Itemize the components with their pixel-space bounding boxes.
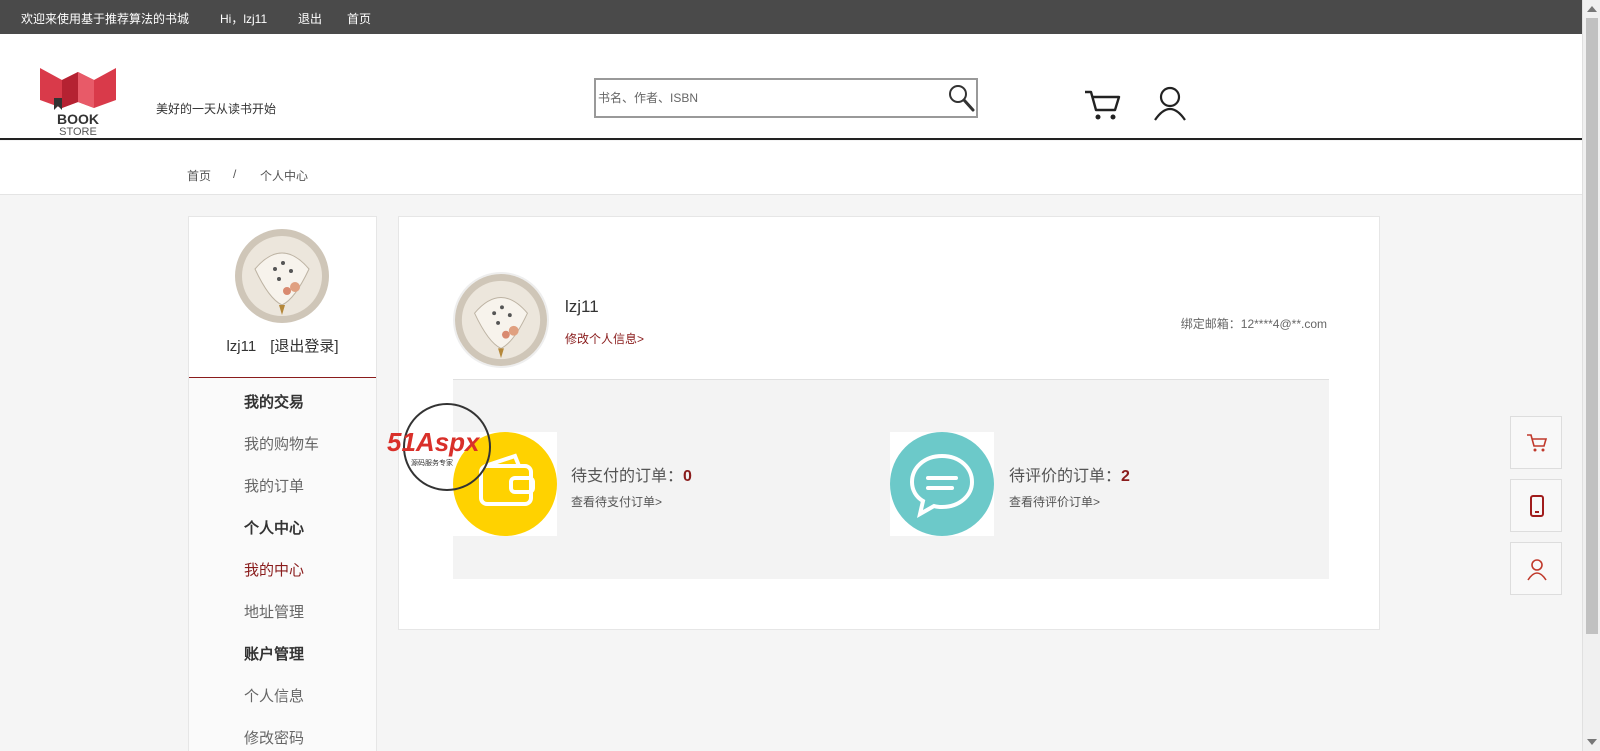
sidebar-item-profile[interactable]: 个人信息: [244, 685, 304, 706]
float-cart-button[interactable]: [1510, 416, 1562, 469]
watermark-brand: 51Aspx: [387, 427, 481, 457]
avatar: [235, 229, 329, 323]
main-panel: lzj11 修改个人信息> 绑定邮箱：12****4@**.com 待支付的订单…: [398, 216, 1380, 630]
user-icon: [1527, 559, 1547, 581]
search-input[interactable]: [596, 80, 936, 116]
logout-link[interactable]: 退出: [298, 10, 322, 27]
bookstore-logo[interactable]: BOOK STORE: [32, 60, 124, 136]
menu-section-account: 账户管理: [244, 646, 305, 663]
pending-review-tile[interactable]: [890, 432, 994, 536]
search-box[interactable]: [594, 78, 978, 118]
cart-icon: [1527, 434, 1548, 452]
sidebar-divider: [189, 377, 376, 378]
sidebar-username: lzj11: [226, 338, 257, 355]
greeting-text: Hi，lzj11: [220, 12, 268, 26]
sidebar-logout-link[interactable]: [退出登录]: [270, 338, 338, 355]
breadcrumb-current: 个人中心: [260, 169, 309, 183]
scrollbar-thumb[interactable]: [1586, 18, 1598, 634]
float-user-button[interactable]: [1510, 542, 1562, 595]
sidebar-item-password[interactable]: 修改密码: [244, 727, 304, 748]
pending-review-title: 待评价的订单：2: [1009, 462, 1130, 486]
pending-review-count: 2: [1121, 468, 1130, 485]
pending-review-link[interactable]: 查看待评价订单>: [1009, 493, 1100, 510]
profile-username: lzj11: [565, 297, 599, 316]
page-scrollbar[interactable]: [1582, 0, 1600, 751]
phone-icon: [1530, 495, 1544, 517]
sidebar-item-address[interactable]: 地址管理: [244, 601, 304, 622]
logo-text-top: BOOK: [57, 111, 99, 127]
pending-payment-count: 0: [683, 468, 692, 485]
profile-avatar: [453, 272, 549, 368]
home-link[interactable]: 首页: [347, 10, 371, 27]
sidebar-item-my-center[interactable]: 我的中心: [244, 559, 304, 580]
sidebar: lzj11 [退出登录] 我的交易 我的购物车 我的订单 个人中心 我的中心 地址…: [188, 216, 377, 751]
sidebar-item-orders[interactable]: 我的订单: [244, 475, 304, 496]
float-mobile-button[interactable]: [1510, 479, 1562, 532]
menu-section-trade: 我的交易: [244, 394, 305, 411]
top-bar: 欢迎来使用基于推荐算法的书城 Hi，lzj11 退出 首页: [0, 0, 1582, 34]
user-icon[interactable]: [1152, 84, 1188, 122]
scroll-down-arrow-icon[interactable]: [1587, 739, 1597, 745]
watermark-logo: 51Aspx 源码服务专家: [387, 403, 491, 491]
sidebar-menu: 我的交易 我的购物车 我的订单 个人中心 我的中心 地址管理 账户管理 个人信息…: [189, 377, 376, 751]
slogan-text: 美好的一天从读书开始: [156, 102, 277, 116]
pending-review-label: 待评价的订单：: [1009, 468, 1122, 485]
pending-payment-title: 待支付的订单：0: [571, 462, 692, 486]
bound-email: 绑定邮箱：12****4@**.com: [1180, 317, 1327, 331]
breadcrumb-separator: /: [233, 167, 237, 181]
breadcrumb-home[interactable]: 首页: [187, 167, 211, 184]
edit-profile-link[interactable]: 修改个人信息>: [565, 330, 644, 347]
menu-section-personal: 个人中心: [244, 520, 305, 537]
chat-icon: [890, 432, 994, 536]
watermark-tagline: 源码服务专家: [411, 458, 453, 467]
cart-icon[interactable]: [1083, 86, 1123, 122]
scroll-up-arrow-icon[interactable]: [1587, 6, 1597, 12]
logo-text-bottom: STORE: [59, 126, 97, 136]
sidebar-item-cart[interactable]: 我的购物车: [244, 433, 319, 454]
welcome-text: 欢迎来使用基于推荐算法的书城: [21, 12, 190, 26]
pending-payment-link[interactable]: 查看待支付订单>: [571, 493, 662, 510]
site-header: BOOK STORE 美好的一天从读书开始: [0, 34, 1582, 140]
sidebar-user: lzj11 [退出登录]: [189, 335, 376, 356]
order-summary: 待支付的订单：0 查看待支付订单> 待评价的订单：2 查看待评价订单>: [453, 379, 1329, 579]
search-icon[interactable]: [946, 83, 976, 113]
pending-payment-label: 待支付的订单：: [571, 468, 684, 485]
breadcrumb: 首页 / 个人中心: [0, 141, 1582, 195]
